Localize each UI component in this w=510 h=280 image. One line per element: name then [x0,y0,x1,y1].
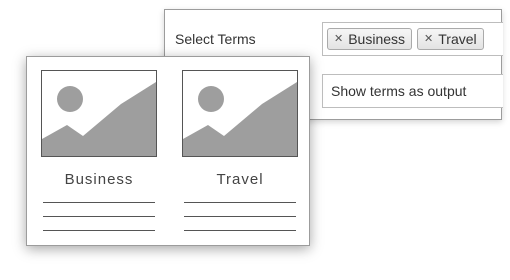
output-mode-value: Show terms as output [331,83,467,99]
preview-panel: Business Travel [26,56,310,246]
terms-multiselect[interactable]: ✕ Business ✕ Travel [322,22,503,56]
remove-term-icon[interactable]: ✕ [334,33,343,45]
text-line [184,202,296,203]
remove-term-icon[interactable]: ✕ [424,33,433,45]
output-mode-select[interactable]: Show terms as output [322,74,503,108]
image-placeholder-icon [41,70,157,157]
select-terms-label: Select Terms [175,31,256,47]
term-chip-label: Business [348,31,406,47]
stage: Select Terms ✕ Business ✕ Travel Show te… [0,0,510,280]
text-line [43,216,155,217]
text-line [43,202,155,203]
text-line [184,230,296,231]
term-chip-label: Travel [438,31,477,47]
preview-card: Travel [182,70,298,231]
image-placeholder-icon [182,70,298,157]
card-title: Business [64,171,134,188]
card-title: Travel [216,171,264,188]
text-line [184,216,296,217]
term-chip-business[interactable]: ✕ Business [327,28,413,50]
term-chip-travel[interactable]: ✕ Travel [417,28,484,50]
text-line [43,230,155,231]
preview-card: Business [41,70,157,231]
